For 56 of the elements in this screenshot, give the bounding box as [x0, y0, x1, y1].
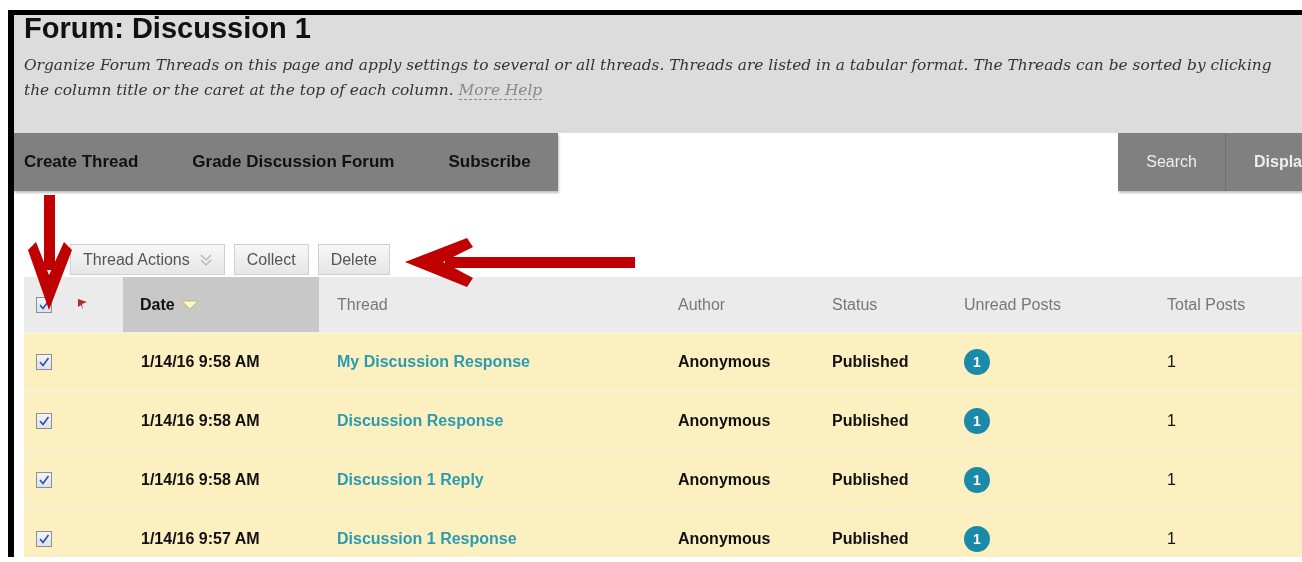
column-header[interactable]: Author: [678, 295, 726, 314]
author-cell: Anonymous: [678, 353, 771, 371]
date-cell: 1/14/16 9:57 AM: [141, 530, 260, 548]
table-row[interactable]: 1/14/16 9:58 AM Discussion 1 Reply Anonymous Published 1 1: [24, 450, 1302, 509]
checkmark-icon: [38, 356, 50, 368]
status-cell: Published: [832, 471, 909, 489]
status-cell: Published: [832, 353, 909, 371]
checkbox[interactable]: [36, 354, 52, 370]
thread-link[interactable]: Discussion Response: [337, 412, 504, 430]
page-title: Forum: Discussion 1: [24, 15, 312, 39]
date-cell: 1/14/16 9:58 AM: [141, 353, 260, 371]
total-posts-cell: 1: [1167, 530, 1176, 548]
author-cell: Anonymous: [678, 530, 771, 548]
checkbox[interactable]: [36, 413, 52, 429]
flag-icon[interactable]: [76, 298, 88, 311]
checkmark-icon: [38, 474, 50, 486]
column-header[interactable]: Status: [832, 295, 878, 314]
table-row[interactable]: 1/14/16 9:57 AM Discussion 1 Response Anonymous Published 1 1: [24, 509, 1302, 557]
author-cell: Anonymous: [678, 471, 771, 489]
checkmark-icon: [38, 415, 50, 427]
unread-badge[interactable]: 1: [964, 349, 990, 375]
author-cell: Anonymous: [678, 412, 771, 430]
action-bar-button[interactable]: Displa: [1226, 133, 1302, 191]
table-row[interactable]: 1/14/16 9:58 AM My Discussion Response Anonymous Published 1 1: [24, 332, 1302, 391]
column-header[interactable]: Thread: [337, 295, 388, 314]
action-bar-button[interactable]: Grade Discussion Forum: [165, 133, 422, 191]
thread-link[interactable]: Discussion 1 Reply: [337, 471, 484, 489]
column-header[interactable]: Date: [123, 277, 319, 332]
date-cell: 1/14/16 9:58 AM: [141, 471, 260, 489]
toolbar-button[interactable]: Collect: [233, 244, 309, 275]
status-cell: Published: [832, 530, 909, 548]
total-posts-cell: 1: [1167, 353, 1176, 371]
unread-badge[interactable]: 1: [964, 467, 990, 493]
checkbox[interactable]: [36, 472, 52, 488]
thread-link[interactable]: Discussion 1 Response: [337, 530, 517, 548]
thread-link[interactable]: My Discussion Response: [337, 353, 530, 371]
status-cell: Published: [832, 412, 909, 430]
total-posts-cell: 1: [1167, 412, 1176, 430]
action-bar-button[interactable]: Search: [1118, 133, 1226, 191]
page-description: Organize Forum Threads on this page and apply settings to several or all threads. Threads are listed in a tabular format. The Threads can be sorted by clicking the column title or the caret at the top of each column. More Help: [24, 55, 1273, 102]
toolbar-button[interactable]: Delete: [317, 244, 390, 275]
menu-button[interactable]: Thread Actions: [70, 244, 225, 275]
checkbox[interactable]: [36, 531, 52, 547]
checkmark-icon: [38, 533, 50, 545]
double-chevron-icon: [199, 253, 212, 266]
table-row[interactable]: 1/14/16 9:58 AM Discussion Response Anonymous Published 1 1: [24, 391, 1302, 450]
column-header[interactable]: Unread Posts: [964, 295, 1061, 314]
total-posts-cell: 1: [1167, 471, 1176, 489]
action-bar-button[interactable]: Subscribe: [421, 133, 558, 191]
column-header[interactable]: Total Posts: [1167, 295, 1246, 314]
unread-badge[interactable]: 1: [964, 526, 990, 552]
column-title[interactable]: Date: [140, 295, 175, 314]
unread-badge[interactable]: 1: [964, 408, 990, 434]
date-cell: 1/14/16 9:58 AM: [141, 412, 260, 430]
action-bar-button[interactable]: Create Thread: [14, 133, 166, 191]
help-link[interactable]: More Help: [458, 81, 543, 100]
